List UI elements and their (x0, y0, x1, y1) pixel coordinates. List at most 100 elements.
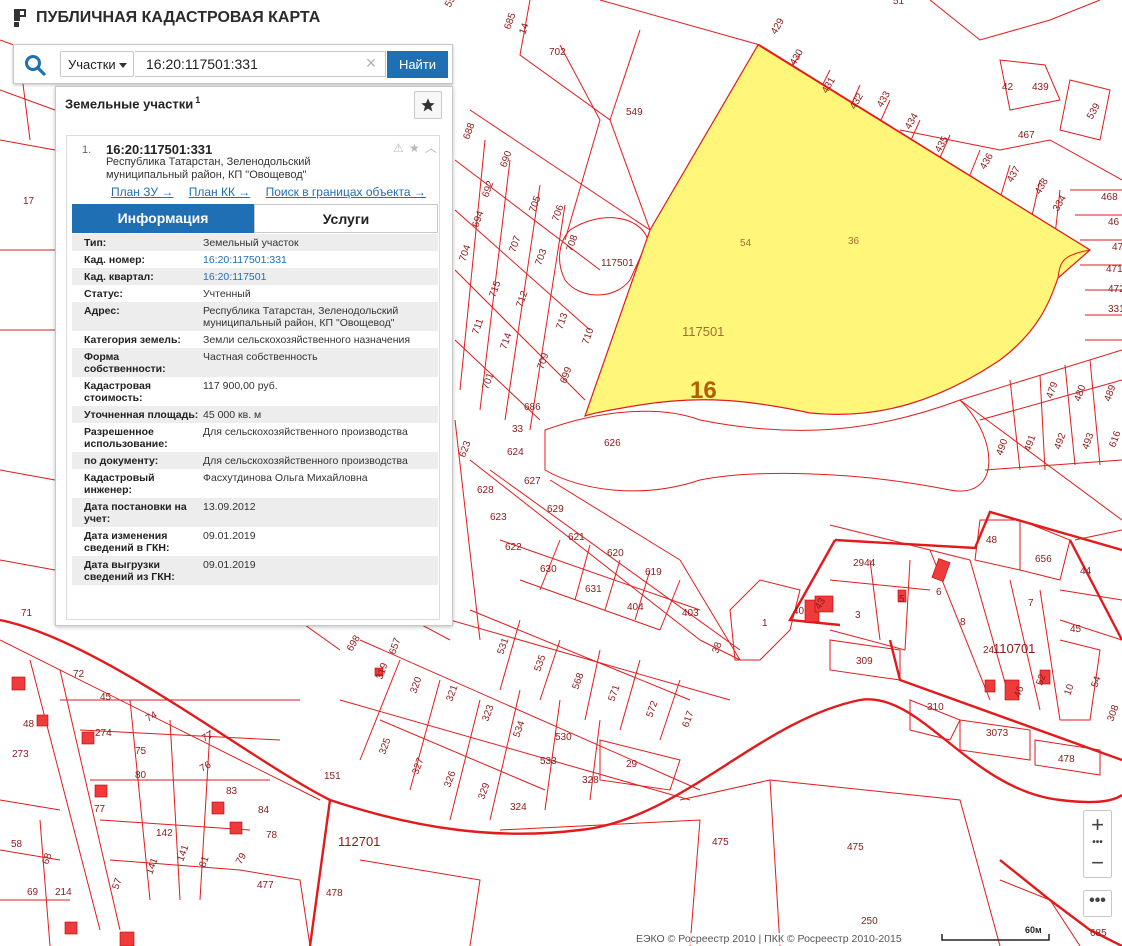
map-label: 698 (345, 633, 363, 653)
map-label: 631 (585, 584, 602, 595)
map-label: 433 (875, 89, 893, 109)
map-label: 77 (200, 729, 216, 744)
map-label: 686 (524, 402, 541, 413)
map-label: 323 (480, 703, 496, 723)
map-label: 475 (712, 837, 729, 848)
map-label: 10 (1062, 682, 1076, 697)
plan-kk-link[interactable]: План КК → (189, 185, 251, 199)
warning-icon[interactable]: ⚠ (393, 142, 405, 154)
map-label: 478 (1058, 754, 1075, 765)
map-label: 617 (680, 709, 696, 729)
map-label: 657 (387, 636, 403, 656)
info-row: Кадастровая стоимость: 117 900,00 руб. (84, 380, 278, 404)
map-label: 404 (627, 602, 644, 613)
map-label: 710 (580, 326, 596, 346)
cadastral-quarter-link[interactable]: 16:20:117501 (203, 271, 438, 283)
map-label: 83 (226, 786, 238, 797)
info-row: Адрес: Республика Татарстан, Зеленодольск… (72, 302, 438, 331)
map-label: 58 (11, 839, 23, 850)
search-bar: Участки × Найти (13, 44, 453, 84)
map-label: 273 (12, 749, 29, 760)
map-label: 704 (457, 243, 473, 263)
map-label: 685 (1090, 928, 1107, 939)
map-label: 705 (527, 194, 543, 214)
result-card[interactable]: 1. 16:20:117501:331 Республика Татарстан… (66, 135, 440, 620)
map-label: 329 (476, 781, 492, 801)
tab-information[interactable]: Информация (72, 204, 254, 233)
scale-label: 60м (1025, 925, 1042, 935)
info-row: Форма собственности: Частная собственност… (72, 348, 438, 377)
map-label: 45 (1070, 624, 1082, 635)
map-label: 624 (507, 447, 524, 458)
search-icon[interactable] (24, 54, 46, 76)
map-label: 310 (927, 702, 944, 713)
zoom-level-dots[interactable]: ••• (1084, 836, 1111, 850)
map-label: 478 (326, 888, 343, 899)
map-label: 692 (480, 179, 496, 199)
more-icon[interactable]: ••• (1083, 890, 1112, 917)
map-label: 141 (175, 843, 191, 863)
map-label: 75 (135, 746, 147, 757)
info-row: Статус: Учтенный (84, 288, 251, 300)
quarter-label-112701: 112701 (338, 834, 380, 849)
map-label: 46 (1012, 684, 1026, 699)
map-label: 309 (856, 656, 873, 667)
favorites-button[interactable] (414, 91, 442, 119)
info-row: Кадастровый инженер: Фасхутдинова Ольга М… (84, 472, 368, 496)
map-label: 7 (1028, 598, 1034, 609)
map-label: 436 (978, 151, 996, 171)
plan-zu-link[interactable]: План ЗУ → (111, 185, 173, 199)
search-input[interactable] (135, 51, 386, 77)
map-label: 74 (144, 709, 160, 724)
map-label: 319 (374, 661, 390, 681)
info-row: Дата постановки на учет: 13.09.2012 (72, 498, 438, 527)
map-label: 467 (1018, 130, 1035, 141)
search-type-select[interactable]: Участки (60, 51, 134, 77)
map-label: 71 (21, 608, 33, 619)
map-label: 81 (197, 854, 211, 869)
result-cadastral-id[interactable]: 16:20:117501:331 (106, 142, 212, 157)
chevron-up-icon[interactable]: ︿ (425, 142, 437, 154)
map-label: 701 (480, 371, 496, 391)
clear-icon[interactable]: × (362, 53, 380, 73)
zoom-out-icon[interactable]: − (1084, 851, 1111, 875)
map-label: 470 (1112, 242, 1122, 253)
info-row: Уточненная площадь: 45 000 кв. м (72, 406, 438, 423)
map-label: 45 (100, 692, 112, 703)
map-label: 619 (645, 567, 662, 578)
zoom-in-icon[interactable]: + (1084, 813, 1111, 837)
map-label: 439 (1032, 82, 1049, 93)
info-row: Дата выгрузки сведений из ГКН: 09.01.2019 (72, 556, 438, 585)
map-label: 44 (1080, 566, 1092, 577)
find-button[interactable]: Найти (387, 51, 448, 78)
map-label: 694 (470, 209, 486, 229)
results-panel: Земельные участки 1 1. 16:20:117501:331 Р… (55, 86, 453, 626)
map-label: 308 (1105, 703, 1121, 723)
map-label: 535 (532, 653, 548, 673)
info-table: Тип: Земельный участок Кад. номер: 16:20:1… (72, 234, 438, 585)
map-label: 622 (505, 542, 522, 553)
star-outline-icon[interactable]: ★ (409, 142, 421, 154)
map-label: 706 (550, 203, 566, 223)
map-label: 627 (524, 476, 541, 487)
map-label: 326 (442, 769, 458, 789)
map-label: 572 (644, 699, 660, 719)
map-label: 571 (606, 683, 622, 703)
map-label: 331 (1108, 304, 1122, 315)
map-label: 437 (1005, 164, 1023, 184)
results-count: 1 (195, 95, 201, 105)
map-label: 702 (549, 47, 566, 58)
map-label: 142 (156, 828, 173, 839)
map-label: 533 (540, 756, 557, 767)
selected-parcel-331[interactable] (583, 44, 1092, 418)
map-label: 475 (847, 842, 864, 853)
map-label: 434 (903, 111, 921, 131)
map-label: 711 (470, 317, 486, 336)
search-in-bounds-link[interactable]: Поиск в границах объекта → (266, 185, 426, 199)
result-actions: ⚠ ★ ︿ (393, 142, 437, 154)
tab-services[interactable]: Услуги (254, 204, 438, 233)
map-label: 320 (408, 675, 424, 695)
map-label: 5 (899, 594, 905, 605)
cadastral-number-link[interactable]: 16:20:117501:331 (203, 254, 438, 266)
district-label: 16 (690, 377, 717, 404)
